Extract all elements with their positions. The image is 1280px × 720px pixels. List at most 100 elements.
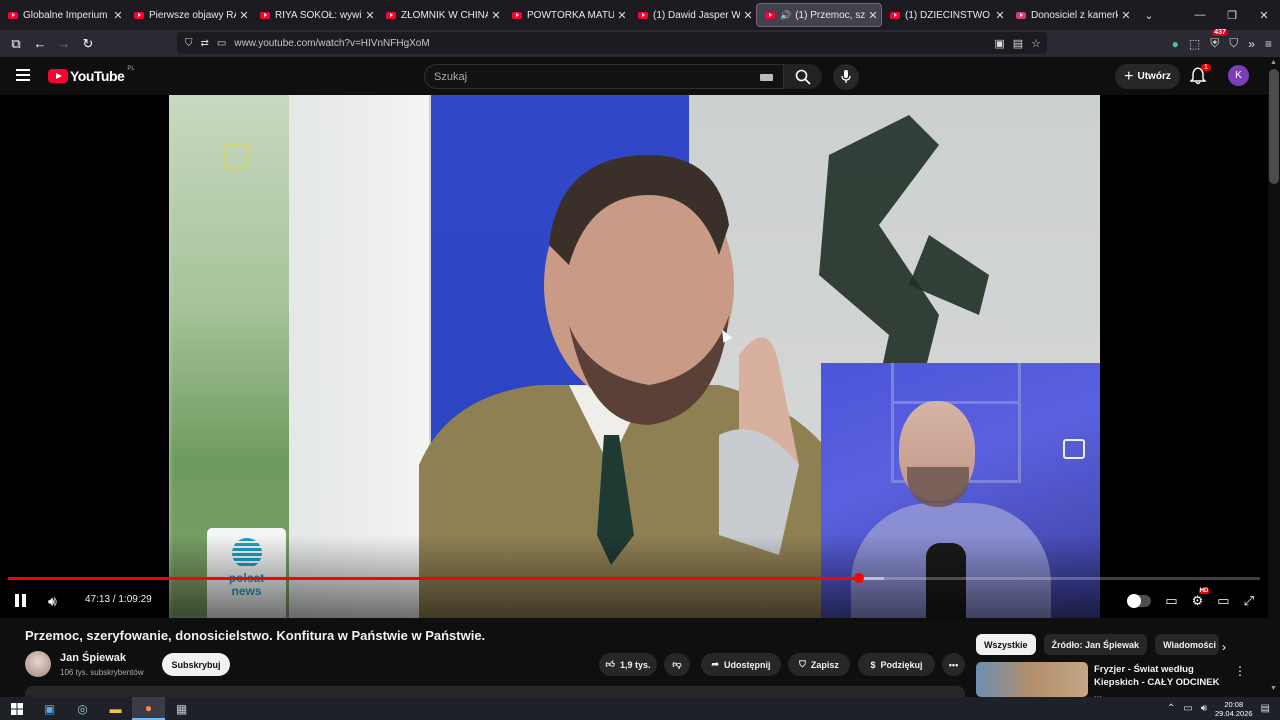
tray-volume-icon[interactable]: 🔊︎ <box>1201 703 1207 714</box>
browser-tab[interactable]: Donosiciel z kamerką czy✕ <box>1008 0 1134 30</box>
minimize-icon[interactable]: — <box>1184 0 1216 30</box>
thanks-label: Podziękuj <box>880 659 923 670</box>
extensions-icon[interactable]: ⬚ <box>1189 37 1200 51</box>
chips-next-chevron-icon[interactable]: › <box>1222 640 1226 654</box>
chip-all[interactable]: Wszystkie <box>976 634 1036 655</box>
close-tab-icon[interactable]: ✕ <box>236 9 252 22</box>
address-bar[interactable]: ⛉ ⇄ ▭ www.youtube.com/watch?v=HIVnNFHgXo… <box>177 32 1047 54</box>
taskbar-firefox-icon[interactable]: ● <box>132 697 165 720</box>
tab-title: ZŁOMNIK W CHINACH # <box>401 9 488 21</box>
notification-center-icon[interactable]: ▤ <box>1261 703 1270 714</box>
browser-tab[interactable]: ZŁOMNIK W CHINACH #✕ <box>378 0 504 30</box>
search-input[interactable]: Szukaj <box>424 64 784 89</box>
overflow-chevron-icon[interactable]: » <box>1248 37 1255 51</box>
scroll-up-icon[interactable]: ▲ <box>1270 59 1277 66</box>
subscribe-button[interactable]: Subskrybuj <box>162 653 230 676</box>
recommended-thumbnail[interactable] <box>976 662 1088 697</box>
tab-overview-icon[interactable]: ⧉ <box>4 32 28 56</box>
back-icon[interactable]: ← <box>28 32 52 56</box>
permissions-icon[interactable]: ⇄ <box>201 38 209 49</box>
browser-tab[interactable]: Pierwsze objawy RAKA P✕ <box>126 0 252 30</box>
list-all-tabs-chevron-icon[interactable]: ⌄ <box>1134 9 1164 22</box>
taskbar-file-explorer-icon[interactable]: ▬ <box>99 697 132 720</box>
subtitles-icon[interactable]: ▭ <box>1165 593 1177 609</box>
close-tab-icon[interactable]: ✕ <box>614 9 630 22</box>
voice-search-button[interactable] <box>833 64 859 90</box>
tab-title: Globalne Imperium Bezk <box>23 9 110 21</box>
taskbar-app-steam-icon[interactable]: ◎ <box>66 697 99 720</box>
menu-icon[interactable]: ≡ <box>1265 37 1272 51</box>
recommended-more-icon[interactable]: ⋮ <box>1234 664 1246 678</box>
video-player[interactable]: polsatnews 🔊︎ 47:13 / 1:09:29 ▭ ⚙HD ▭ ⤢ <box>0 95 1268 618</box>
shield-icon[interactable]: ⛉ <box>185 38 193 49</box>
browser-tab[interactable]: (1) Dawid Jasper WIZYTA✕ <box>630 0 756 30</box>
forward-icon[interactable]: → <box>52 32 76 56</box>
thanks-button[interactable]: $ Podziękuj <box>858 653 935 676</box>
filter-chips: Wszystkie Źródło: Jan Śpiewak Wiadomości <box>976 634 1220 655</box>
taskbar-calculator-icon[interactable]: ▦ <box>165 697 198 720</box>
channel-name[interactable]: Jan Śpiewak <box>60 652 126 664</box>
theater-mode-icon[interactable]: ▭ <box>1217 593 1229 609</box>
close-tab-icon[interactable]: ✕ <box>1118 9 1134 22</box>
close-tab-icon[interactable]: ✕ <box>362 9 378 22</box>
toolbar-right: ● ⬚ ⛨ 437 ⛉ » ≡ <box>1172 29 1272 57</box>
reader-view-icon[interactable]: ▤ <box>1013 37 1023 50</box>
network-icon[interactable]: ▭ <box>1183 703 1192 714</box>
close-tab-icon[interactable]: ✕ <box>740 9 756 22</box>
progress-bar[interactable] <box>8 573 1260 583</box>
taskbar-clock[interactable]: 20:08 29.04.2026 <box>1215 700 1253 718</box>
chip-source-channel[interactable]: Źródło: Jan Śpiewak <box>1043 634 1148 655</box>
close-window-icon[interactable]: ✕ <box>1248 0 1280 30</box>
close-tab-icon[interactable]: ✕ <box>110 9 126 22</box>
browser-tab[interactable]: Globalne Imperium Bezk✕ <box>0 0 126 30</box>
browser-tab-active[interactable]: 🔊 (1) Przemoc, szeryfo✕ <box>756 3 882 27</box>
scrollbar-thumb[interactable] <box>1269 69 1279 184</box>
taskbar-app-monitor-icon[interactable]: ▣ <box>33 697 66 720</box>
restore-icon[interactable]: ❐ <box>1216 0 1248 30</box>
browser-tab[interactable]: POWTÓRKA MATURALN✕ <box>504 0 630 30</box>
pause-icon[interactable] <box>15 594 27 607</box>
page-scrollbar[interactable]: ▲ ▼ <box>1268 57 1280 697</box>
start-windows-icon[interactable] <box>0 697 33 720</box>
site-info-icon[interactable]: ▭ <box>217 38 226 49</box>
tab-title: (1) Dawid Jasper WIZYTA <box>653 9 740 21</box>
guide-menu-icon[interactable] <box>16 69 30 81</box>
notifications-button[interactable]: 1 <box>1189 64 1211 87</box>
youtube-logo[interactable]: YouTube PL <box>48 66 135 84</box>
create-label: Utwórz <box>1137 71 1171 82</box>
volume-icon[interactable]: 🔊︎ <box>48 593 57 610</box>
url-text[interactable]: www.youtube.com/watch?v=HIVnNFHgXoM <box>234 38 429 49</box>
more-actions-button[interactable]: ••• <box>942 653 965 676</box>
browser-tab[interactable]: RIYA SOKÓŁ: wywiad, pie✕ <box>252 0 378 30</box>
keyboard-icon[interactable] <box>760 74 773 81</box>
description-box[interactable] <box>25 686 965 697</box>
speaker-icon[interactable]: 🔊 <box>780 10 791 21</box>
bookmark-star-icon[interactable]: ☆ <box>1031 37 1041 50</box>
like-button[interactable]: 👍︎ 1,9 tys. <box>599 653 657 676</box>
adblock-extension-icon[interactable]: ⛨ 437 <box>1210 29 1228 51</box>
vpn-icon[interactable]: ● <box>1172 37 1179 51</box>
close-tab-icon[interactable]: ✕ <box>992 9 1008 22</box>
tray-chevron-icon[interactable]: ⌃ <box>1167 703 1175 714</box>
create-button[interactable]: + Utwórz <box>1115 64 1180 89</box>
reload-icon[interactable]: ↻ <box>76 32 100 56</box>
channel-avatar[interactable] <box>25 651 51 677</box>
browser-tab[interactable]: (1) DZIECIŃSTWO NA SF✕ <box>882 0 1008 30</box>
account-avatar[interactable]: K <box>1228 65 1249 86</box>
chip-news[interactable]: Wiadomości <box>1155 634 1220 655</box>
fullscreen-icon[interactable]: ⤢ <box>1244 593 1254 609</box>
close-tab-icon[interactable]: ✕ <box>865 9 881 22</box>
settings-icon[interactable]: ⚙ HD <box>1192 588 1210 609</box>
picture-in-picture-icon[interactable]: ▣ <box>994 37 1004 50</box>
windows-taskbar: ▣ ◎ ▬ ● ▦ ⌃ ▭ 🔊︎ 20:08 29.04.2026 ▤ <box>0 697 1280 720</box>
privacy-extension-icon[interactable]: ⛉ <box>1229 36 1238 51</box>
save-button[interactable]: ⛉ Zapisz <box>788 653 850 676</box>
region-code: PL <box>127 66 135 72</box>
overlay-expand-icon[interactable] <box>1063 439 1085 459</box>
scroll-down-icon[interactable]: ▼ <box>1270 685 1277 692</box>
close-tab-icon[interactable]: ✕ <box>488 9 504 22</box>
search-button[interactable] <box>784 64 822 89</box>
share-button[interactable]: ➦ Udostępnij <box>701 653 781 676</box>
autoplay-toggle[interactable] <box>1127 594 1152 608</box>
dislike-button[interactable]: 👎︎ <box>664 653 690 676</box>
